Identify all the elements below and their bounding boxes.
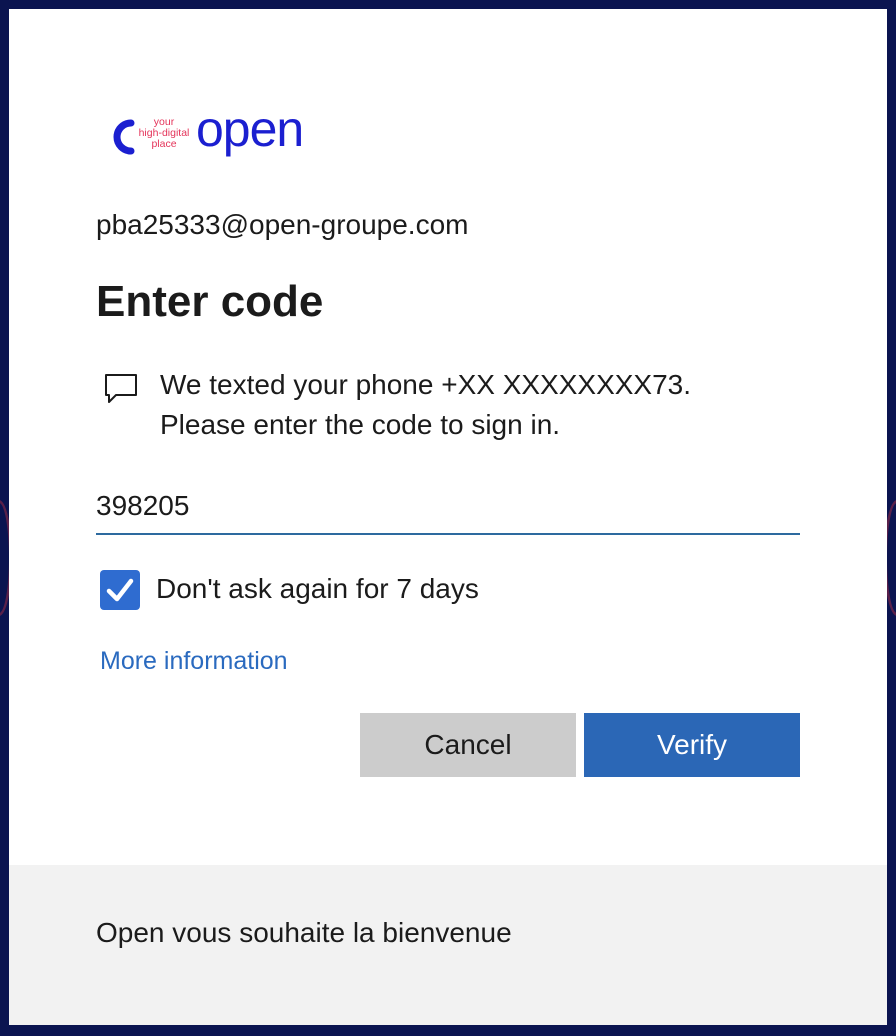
cancel-button[interactable]: Cancel [360,713,576,777]
message-line-2: Please enter the code to sign in. [160,409,561,440]
sign-in-dialog: your high-digital place open pba25333@op… [9,9,887,1025]
page-title: Enter code [96,277,324,326]
chat-bubble-icon [103,372,139,406]
checkmark-icon [106,578,134,602]
logo-tagline: your high-digital place [138,116,190,150]
verification-message: We texted your phone +XX XXXXXXXX73. Ple… [160,365,800,445]
verify-button[interactable]: Verify [584,713,800,777]
company-logo: your high-digital place open [109,101,339,169]
code-input[interactable] [96,479,800,535]
account-email: pba25333@open-groupe.com [96,209,469,240]
logo-wordmark: open [196,101,304,157]
remember-checkbox[interactable] [100,570,140,610]
footer-text: Open vous souhaite la bienvenue [96,917,512,948]
message-line-1: We texted your phone +XX XXXXXXXX73. [160,369,692,400]
footer: Open vous souhaite la bienvenue [9,865,887,1025]
remember-label[interactable]: Don't ask again for 7 days [156,573,479,605]
more-information-link[interactable]: More information [100,647,288,676]
